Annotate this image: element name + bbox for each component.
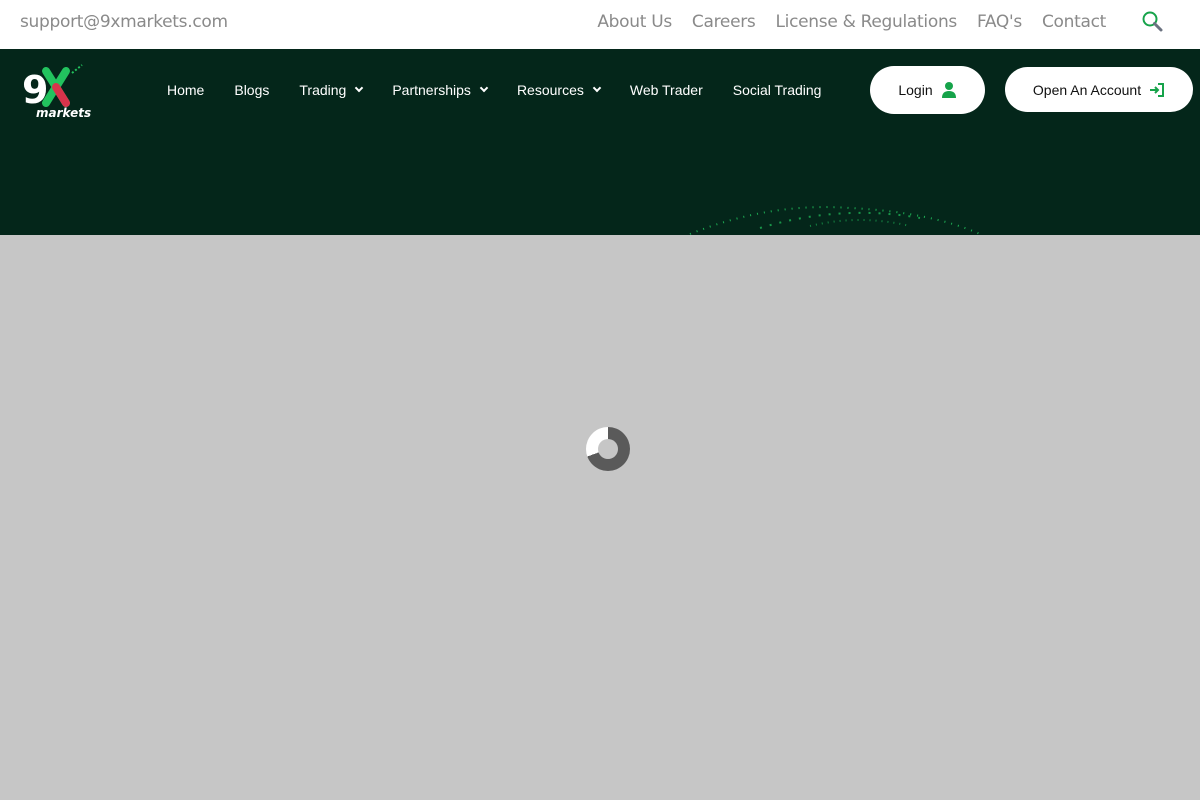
top-links: About Us Careers License & Regulations F… — [597, 12, 1106, 32]
loading-spinner-icon — [586, 427, 630, 471]
support-email[interactable]: support@9xmarkets.com — [20, 12, 228, 32]
top-link-about-us[interactable]: About Us — [597, 12, 672, 32]
top-link-careers[interactable]: Careers — [692, 12, 756, 32]
open-account-button-label: Open An Account — [1032, 81, 1142, 98]
nav-blogs-label: Blogs — [234, 82, 270, 98]
top-link-contact[interactable]: Contact — [1042, 12, 1106, 32]
top-utility-bar: support@9xmarkets.com About Us Careers L… — [0, 0, 1200, 49]
main-navbar: 9 markets Home Blogs Trading Partnership… — [0, 49, 1200, 235]
nav-home[interactable]: Home — [167, 82, 204, 98]
svg-text:markets: markets — [36, 106, 91, 119]
brand-logo[interactable]: 9 markets — [22, 63, 94, 119]
top-link-faqs[interactable]: FAQ's — [977, 12, 1022, 32]
nav-web-trader-label: Web Trader — [629, 82, 703, 98]
nav-web-trader[interactable]: Web Trader — [630, 82, 703, 98]
login-button-label: Login — [898, 82, 933, 98]
search-icon[interactable] — [1141, 10, 1165, 34]
nav-resources[interactable]: Resources — [516, 82, 602, 98]
user-icon — [941, 82, 956, 98]
nav-partnerships-label: Partnerships — [392, 82, 471, 98]
login-button[interactable]: Login — [870, 66, 985, 114]
nav-social-trading-label: Social Trading — [732, 82, 822, 98]
primary-menu: Home Blogs Trading Partnerships Resource… — [167, 82, 851, 98]
sign-in-icon — [1150, 82, 1165, 97]
nav-partnerships[interactable]: Partnerships — [392, 82, 489, 98]
top-link-license-regulations[interactable]: License & Regulations — [775, 12, 957, 32]
open-account-button[interactable]: Open An Account — [1005, 67, 1193, 112]
nav-social-trading[interactable]: Social Trading — [733, 82, 822, 98]
nav-resources-label: Resources — [516, 82, 584, 98]
chevron-down-icon — [355, 83, 364, 93]
nav-trading-label: Trading — [299, 82, 347, 98]
chevron-down-icon — [479, 83, 489, 93]
decorative-globe-dots — [689, 206, 981, 235]
nav-blogs[interactable]: Blogs — [234, 82, 269, 98]
nav-home-label: Home — [167, 82, 205, 98]
nav-trading[interactable]: Trading — [299, 82, 364, 98]
chevron-down-icon — [592, 83, 602, 93]
